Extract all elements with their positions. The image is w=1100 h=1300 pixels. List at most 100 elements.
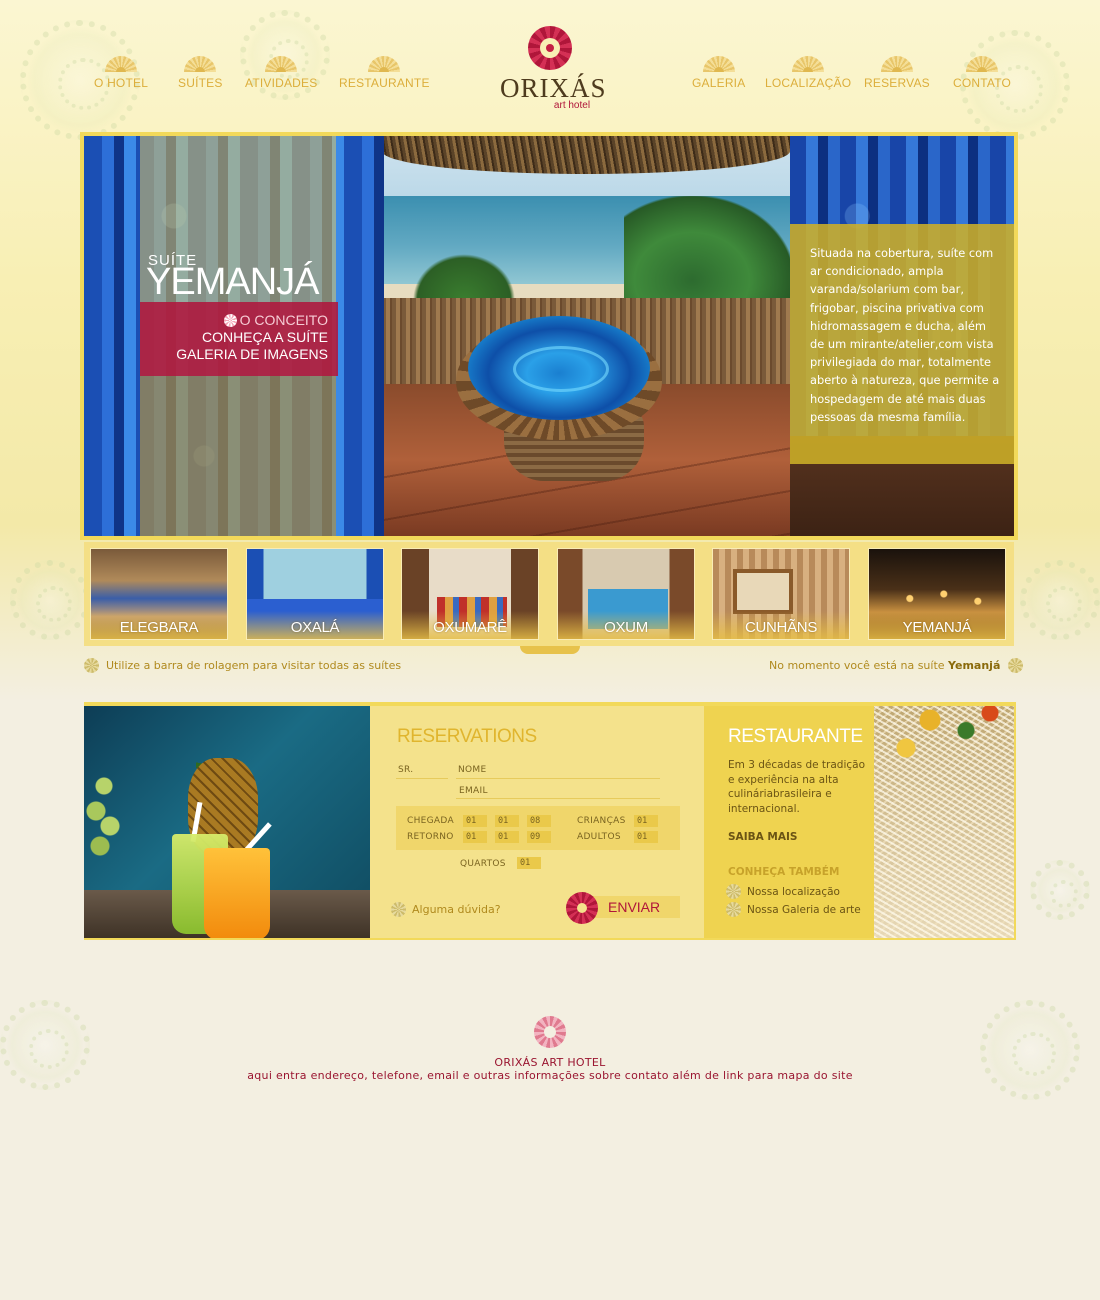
suite-thumb-elegbara[interactable]: ELEGBARA xyxy=(90,548,228,640)
quartos-select[interactable]: 01 xyxy=(517,857,541,869)
retorno-year-select[interactable]: 09 xyxy=(527,831,551,843)
nav-label: SUÍTES xyxy=(178,76,223,90)
nav-label: RESTAURANTE xyxy=(339,76,430,90)
chair-cushion xyxy=(468,316,650,420)
chegada-day-select[interactable]: 01 xyxy=(463,815,487,827)
nome-input[interactable] xyxy=(456,763,658,777)
nav-label: O HOTEL xyxy=(94,76,149,90)
nav-label: RESERVAS xyxy=(864,76,930,90)
flower-icon xyxy=(726,902,741,917)
fan-icon xyxy=(702,56,735,72)
nav-item-atividades[interactable]: ATIVIDADES xyxy=(245,56,317,90)
thumb-label: OXUMARÊ xyxy=(433,619,507,636)
flower-icon xyxy=(1008,658,1024,673)
scroll-hint: Utilize a barra de rolagem para visitar … xyxy=(84,658,401,673)
flower-icon xyxy=(84,658,99,673)
fan-icon xyxy=(105,56,138,72)
send-button[interactable]: ENVIAR xyxy=(566,892,680,924)
galeria-arte-link-label: Nossa Galeria de arte xyxy=(747,903,861,916)
footer-hotel-name: ORIXÁS ART HOTEL xyxy=(494,1056,606,1069)
reservations-title: RESERVATIONS xyxy=(397,726,537,747)
nav-label: GALERIA xyxy=(692,76,746,90)
thumb-photo-frame xyxy=(733,569,793,614)
thumb-label: OXUM xyxy=(604,619,648,636)
suite-thumb-yemanja[interactable]: YEMANJÁ xyxy=(868,548,1006,640)
dates-group: CHEGADA 01 01 08 RETORNO 01 01 09 xyxy=(396,806,566,850)
drinks-photo xyxy=(84,706,370,938)
nav-item-contato[interactable]: CONTATO xyxy=(953,56,1011,90)
thumb-label: YEMANJÁ xyxy=(902,619,972,636)
nome-underline xyxy=(456,778,660,779)
current-suite-name: Yemanjá xyxy=(948,659,1001,672)
fan-icon xyxy=(880,56,913,72)
guests-group: CRIANÇAS 01 ADULTOS 01 xyxy=(566,806,680,850)
galeria-arte-link[interactable]: Nossa Galeria de arte xyxy=(726,902,861,917)
logo[interactable]: ORIXÁS art hotel xyxy=(500,26,607,118)
suite-thumb-oxum[interactable]: OXUM xyxy=(557,548,695,640)
suite-menu-conheca[interactable]: CONHEÇA A SUÍTE xyxy=(140,329,328,346)
sr-underline xyxy=(396,778,448,779)
current-suite-hint: No momento você está na suíte Yemanjá xyxy=(769,658,1024,673)
criancas-select[interactable]: 01 xyxy=(634,815,658,827)
conheca-tambem-title: CONHEÇA TAMBÉM xyxy=(728,866,840,878)
scroll-hint-text: Utilize a barra de rolagem para visitar … xyxy=(106,659,402,672)
chegada-month-select[interactable]: 01 xyxy=(495,815,519,827)
thumb-label: OXALÁ xyxy=(290,619,340,636)
orange-drink xyxy=(204,848,270,938)
localizacao-link[interactable]: Nossa localização xyxy=(726,884,840,899)
fan-icon xyxy=(184,56,217,72)
suite-thumb-oxala[interactable]: OXALÁ xyxy=(246,548,384,640)
chegada-label: CHEGADA xyxy=(407,816,454,826)
retorno-label: RETORNO xyxy=(407,832,454,842)
localizacao-link-label: Nossa localização xyxy=(747,885,840,898)
suite-thumb-cunhans[interactable]: CUNHÃNS xyxy=(712,548,850,640)
nav-label: CONTATO xyxy=(953,76,1012,90)
flower-icon xyxy=(223,314,237,327)
restaurant-photo xyxy=(874,706,1014,938)
nav-item-suites[interactable]: SUÍTES xyxy=(178,56,223,90)
decorative-flower xyxy=(1030,860,1090,920)
send-label: ENVIAR xyxy=(608,899,661,915)
suite-thumb-oxumare[interactable]: OXUMARÊ xyxy=(401,548,539,640)
quartos-label: QUARTOS xyxy=(460,859,506,869)
suite-name: YEMANJÁ xyxy=(146,261,319,303)
nav-item-o-hotel[interactable]: O HOTEL xyxy=(94,56,148,90)
email-input[interactable] xyxy=(456,784,658,798)
footer-flower-icon xyxy=(534,1016,566,1048)
adultos-select[interactable]: 01 xyxy=(634,831,658,843)
thumb-label: ELEGBARA xyxy=(119,619,199,636)
retorno-month-select[interactable]: 01 xyxy=(495,831,519,843)
nav-item-galeria[interactable]: GALERIA xyxy=(692,56,745,90)
question-link[interactable]: Alguma dúvida? xyxy=(391,902,501,917)
saiba-mais-link[interactable]: SAIBA MAIS xyxy=(728,831,797,843)
retorno-day-select[interactable]: 01 xyxy=(463,831,487,843)
nav-item-reservas[interactable]: RESERVAS xyxy=(864,56,930,90)
suite-description-box: Situada na cobertura, suíte com ar condi… xyxy=(790,224,1014,464)
fan-icon xyxy=(966,56,999,72)
hero-banner: SUÍTE YEMANJÁ O CONCEITO CONHEÇA A SUÍTE… xyxy=(80,132,1018,540)
chegada-year-select[interactable]: 08 xyxy=(527,815,551,827)
adultos-label: ADULTOS xyxy=(577,832,621,842)
restaurant-text: Em 3 décadas de tradição e experiência n… xyxy=(728,759,866,815)
nav-label: ATIVIDADES xyxy=(245,76,318,90)
logo-name: ORIXÁS xyxy=(500,73,607,103)
nav-item-localizacao[interactable]: LOCALIZAÇÃO xyxy=(765,56,851,90)
nav-item-restaurante[interactable]: RESTAURANTE xyxy=(339,56,430,90)
footer-contact-info: aqui entra endereço, telefone, email e o… xyxy=(247,1069,853,1082)
suite-menu-label: O CONCEITO xyxy=(239,312,328,328)
criancas-label: CRIANÇAS xyxy=(577,816,626,826)
sr-input[interactable] xyxy=(396,763,446,777)
flower-icon xyxy=(726,884,741,899)
restaurant-box: RESTAURANTE Em 3 décadas de tradição e e… xyxy=(704,706,874,938)
question-text: Alguma dúvida? xyxy=(412,903,501,916)
suite-menu-conceito[interactable]: O CONCEITO xyxy=(140,312,328,329)
fan-icon xyxy=(265,56,298,72)
decorative-flower xyxy=(1020,560,1100,640)
hero-photo: SUÍTE YEMANJÁ O CONCEITO CONHEÇA A SUÍTE… xyxy=(84,136,1014,536)
decorative-flower xyxy=(10,560,90,640)
nav-label: LOCALIZAÇÃO xyxy=(765,76,852,90)
suite-menu-galeria[interactable]: GALERIA DE IMAGENS xyxy=(140,346,328,363)
thumbnail-scrollbar-handle[interactable] xyxy=(520,646,580,654)
logo-flower-icon xyxy=(528,26,572,70)
hero-overlay-lower xyxy=(140,376,336,536)
